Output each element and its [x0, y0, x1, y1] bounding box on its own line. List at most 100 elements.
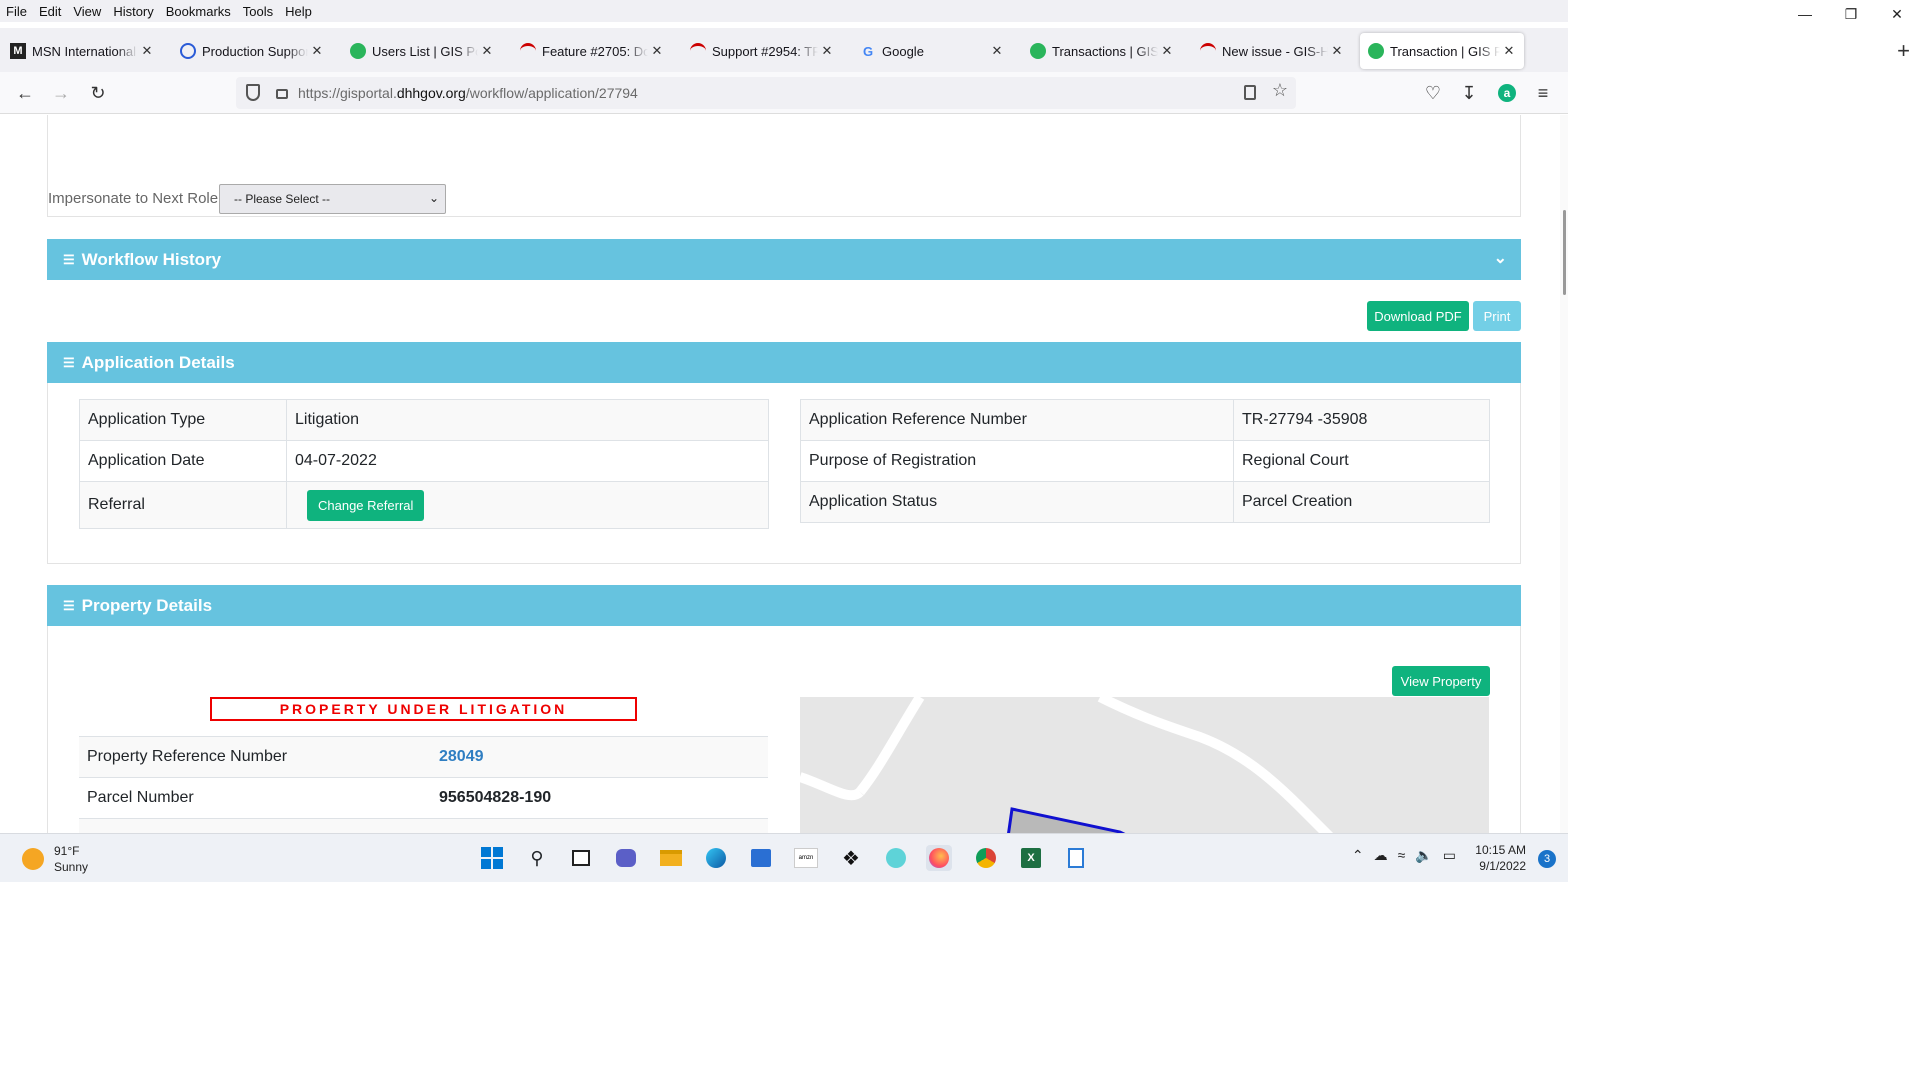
tab-support-2954[interactable]: Support #2954: TR is✕: [682, 33, 842, 69]
property-map[interactable]: [800, 697, 1489, 833]
clock[interactable]: 10:15 AM 9/1/2022: [1475, 842, 1526, 874]
gis-icon: [350, 43, 366, 59]
tab-msn[interactable]: M MSN International Ed✕: [2, 33, 162, 69]
application-details-left-table: Application Type Litigation Application …: [79, 399, 769, 529]
dropbox-icon[interactable]: ❖: [838, 845, 864, 871]
menu-tools[interactable]: Tools: [237, 4, 279, 19]
table-row: Purpose of Registration Regional Court: [800, 440, 1490, 482]
page-scrollbar[interactable]: [1560, 115, 1568, 833]
file-explorer-icon[interactable]: [658, 845, 684, 871]
battery-icon[interactable]: ▭: [1443, 847, 1456, 864]
close-tab-icon[interactable]: ✕: [990, 43, 1004, 59]
parcel-number-label: Parcel Number: [79, 777, 431, 819]
table-row: Property Reference Number 28049: [79, 736, 768, 778]
chrome-icon[interactable]: [973, 845, 999, 871]
excel-icon[interactable]: X: [1018, 845, 1044, 871]
table-row: Parcel Number 956504828-190: [79, 777, 768, 819]
menu-bar: File Edit View History Bookmarks Tools H…: [0, 0, 1568, 22]
close-tab-icon[interactable]: ✕: [1502, 43, 1516, 59]
lock-icon[interactable]: [276, 89, 288, 99]
back-icon[interactable]: ←: [12, 80, 38, 106]
windows-start-icon[interactable]: [479, 845, 505, 871]
gis-icon: [1030, 43, 1046, 59]
notepad-icon[interactable]: [1063, 845, 1089, 871]
tab-feature-2705[interactable]: Feature #2705: Docu✕: [512, 33, 672, 69]
property-reference-link[interactable]: 28049: [431, 736, 768, 778]
parcel-number-value: 956504828-190: [431, 777, 768, 819]
change-referral-button[interactable]: Change Referral: [307, 489, 425, 521]
tab-google[interactable]: G Google ✕: [852, 33, 1012, 69]
view-property-button[interactable]: View Property: [1392, 666, 1490, 696]
edge-icon[interactable]: [703, 845, 729, 871]
redmine-icon: [1200, 43, 1216, 59]
close-tab-icon[interactable]: ✕: [820, 43, 834, 59]
purpose-value: Regional Court: [1233, 440, 1490, 482]
forward-icon[interactable]: →: [48, 80, 74, 106]
task-view-icon[interactable]: [568, 845, 594, 871]
menu-history[interactable]: History: [107, 4, 159, 19]
download-icon[interactable]: ↧: [1456, 80, 1482, 106]
store-icon[interactable]: [748, 845, 774, 871]
application-type-value: Litigation: [286, 399, 769, 441]
list-icon: ☰: [63, 251, 75, 267]
menu-view[interactable]: View: [67, 4, 107, 19]
download-pdf-button[interactable]: Download PDF: [1367, 301, 1469, 331]
navigation-bar: ← → ↻ https://gisportal.dhhgov.org/workf…: [0, 72, 1568, 114]
application-status-label: Application Status: [800, 481, 1234, 523]
sun-icon: [22, 848, 44, 870]
gis-icon: [1368, 43, 1384, 59]
menu-bookmarks[interactable]: Bookmarks: [160, 4, 237, 19]
property-details-header: ☰ Property Details: [47, 585, 1521, 626]
workflow-history-header[interactable]: ☰ Workflow History ⌄: [47, 239, 1521, 280]
close-tab-icon[interactable]: ✕: [1330, 43, 1344, 59]
chevron-down-icon[interactable]: ⌄: [1494, 248, 1507, 268]
bookmark-star-icon[interactable]: ☆: [1272, 80, 1288, 101]
new-tab-icon[interactable]: +: [1897, 38, 1910, 64]
application-type-label: Application Type: [79, 399, 287, 441]
tab-transaction-active[interactable]: Transaction | GIS Por✕: [1360, 33, 1524, 69]
application-date-value: 04-07-2022: [286, 440, 769, 482]
reload-icon[interactable]: ↻: [85, 80, 111, 106]
teams-chat-icon[interactable]: [613, 845, 639, 871]
print-button[interactable]: Print: [1473, 301, 1521, 331]
amazon-icon[interactable]: amzn: [793, 845, 819, 871]
restore-icon[interactable]: ❐: [1828, 0, 1874, 28]
url-text: https://gisportal.dhhgov.org/workflow/ap…: [298, 85, 638, 101]
table-row: Referral Change Referral: [79, 481, 769, 529]
tab-new-issue[interactable]: New issue - GIS-Har✕: [1192, 33, 1352, 69]
close-window-icon[interactable]: ✕: [1874, 0, 1920, 28]
messenger-icon[interactable]: [883, 845, 909, 871]
volume-icon[interactable]: 🔈: [1415, 847, 1432, 864]
search-icon[interactable]: ⚲: [524, 845, 550, 871]
taskbar: 91°F Sunny ⚲ amzn ❖ X ⌃ ☁ ≈ 🔈 ▭ 10:15 AM…: [0, 833, 1568, 882]
close-tab-icon[interactable]: ✕: [140, 43, 154, 59]
close-tab-icon[interactable]: ✕: [480, 43, 494, 59]
minimize-icon[interactable]: —: [1782, 0, 1828, 28]
close-tab-icon[interactable]: ✕: [650, 43, 664, 59]
redmine-icon: [690, 43, 706, 59]
menu-file[interactable]: File: [0, 4, 33, 19]
scrollbar-thumb[interactable]: [1563, 210, 1566, 295]
close-tab-icon[interactable]: ✕: [1160, 43, 1174, 59]
address-bar[interactable]: https://gisportal.dhhgov.org/workflow/ap…: [236, 77, 1296, 109]
redmine-icon: [180, 43, 196, 59]
pocket-icon[interactable]: ♡: [1420, 80, 1446, 106]
chevron-up-icon[interactable]: ⌃: [1352, 847, 1364, 864]
account-icon[interactable]: a: [1494, 80, 1520, 106]
reader-view-icon[interactable]: [1244, 85, 1256, 100]
hamburger-menu-icon[interactable]: ≡: [1530, 80, 1556, 106]
shield-icon[interactable]: [246, 84, 260, 101]
tab-users-list[interactable]: Users List | GIS Portal✕: [342, 33, 502, 69]
tab-transactions[interactable]: Transactions | GIS Po✕: [1022, 33, 1182, 69]
menu-help[interactable]: Help: [279, 4, 318, 19]
menu-edit[interactable]: Edit: [33, 4, 67, 19]
impersonate-select[interactable]: -- Please Select -- ⌄: [219, 184, 446, 214]
weather-widget[interactable]: 91°F Sunny: [22, 843, 88, 875]
table-row: Application Date 04-07-2022: [79, 440, 769, 482]
tab-production-support[interactable]: Production Support ✕: [172, 33, 332, 69]
close-tab-icon[interactable]: ✕: [310, 43, 324, 59]
firefox-icon[interactable]: [926, 845, 952, 871]
onedrive-icon[interactable]: ☁: [1374, 847, 1388, 864]
wifi-icon[interactable]: ≈: [1398, 847, 1406, 864]
notification-badge[interactable]: 3: [1538, 850, 1556, 868]
